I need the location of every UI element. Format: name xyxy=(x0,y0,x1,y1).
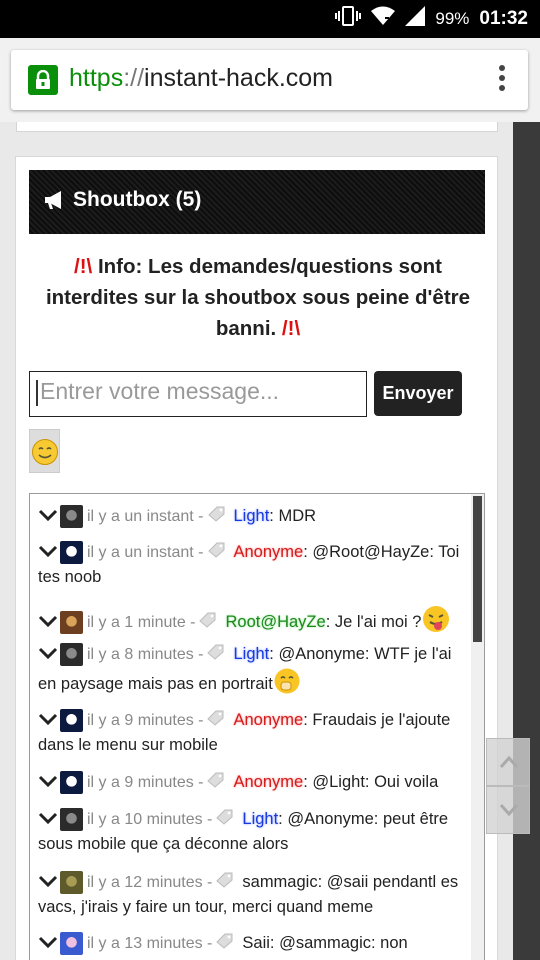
tag-icon xyxy=(207,771,225,795)
avatar[interactable] xyxy=(60,709,83,733)
avatar[interactable] xyxy=(60,808,83,832)
message-input[interactable]: Entrer votre message... xyxy=(29,371,367,417)
shoutbox-message: il y a 9 minutes - Anonyme: Fraudais je l… xyxy=(38,708,464,757)
chevron-down-icon[interactable] xyxy=(38,808,58,832)
warning-mark-end: /!\ xyxy=(281,317,301,340)
chevron-down-icon[interactable] xyxy=(38,771,58,795)
chevron-down-icon xyxy=(499,804,519,817)
message-username[interactable]: sammagic xyxy=(242,873,317,891)
vibrate-icon xyxy=(335,6,362,31)
shoutbox-message: il y a 13 minutes - Saii: @sammagic: non xyxy=(38,931,464,956)
tag-icon xyxy=(199,611,217,635)
chevron-down-icon[interactable] xyxy=(38,871,58,895)
message-text: @Light: Oui voila xyxy=(307,773,439,791)
overflow-menu-icon[interactable] xyxy=(498,65,506,95)
message-time: il y a 9 minutes - xyxy=(87,774,204,791)
tag-icon xyxy=(216,932,234,956)
message-time: il y a 1 minute - xyxy=(87,613,196,631)
chevron-down-icon[interactable] xyxy=(38,505,58,529)
shy-emoji-icon xyxy=(273,667,301,702)
message-username[interactable]: Root@HayZe xyxy=(225,613,325,631)
chevron-down-icon[interactable] xyxy=(38,541,58,565)
message-time: il y a 9 minutes - xyxy=(87,712,204,729)
message-username[interactable]: Light xyxy=(233,645,269,663)
shoutbox-message: il y a 8 minutes - Light: @Anonyme: WTF j… xyxy=(38,642,464,702)
tag-icon xyxy=(207,541,226,565)
wifi-icon xyxy=(371,6,396,31)
tag-icon xyxy=(216,871,234,895)
avatar[interactable] xyxy=(60,643,83,667)
shoutbox-messages[interactable]: il y a un instant - Light: MDR il y a un i… xyxy=(29,493,485,960)
shoutbox-message: il y a un instant - Anonyme: @Root@HayZe:… xyxy=(38,540,464,589)
avatar[interactable] xyxy=(60,871,83,895)
message-username[interactable]: Anonyme xyxy=(234,543,304,561)
tongue-emoji-icon xyxy=(421,604,451,641)
message-time: il y a 10 minutes - xyxy=(87,811,213,828)
info-notice: /!\ Info: Les demandes/questions sont in… xyxy=(30,251,486,344)
chevron-down-icon[interactable] xyxy=(38,932,58,956)
chevron-down-icon[interactable] xyxy=(38,643,58,667)
lock-icon[interactable] xyxy=(28,65,58,95)
message-username[interactable]: Anonyme xyxy=(233,711,303,729)
shoutbox-message: il y a 9 minutes - Anonyme: @Light: Oui v… xyxy=(38,770,464,795)
message-time: il y a un instant - xyxy=(87,508,204,525)
smiley-icon xyxy=(32,439,58,465)
previous-panel xyxy=(16,122,498,132)
url-host: instant-hack.com xyxy=(144,64,334,92)
scroll-down-button[interactable] xyxy=(486,786,530,834)
shoutbox-scrollbar[interactable] xyxy=(471,494,484,960)
message-time: il y a 8 minutes - xyxy=(87,646,204,663)
message-time: il y a 12 minutes - xyxy=(87,874,213,891)
avatar[interactable] xyxy=(60,505,83,529)
clock: 01:32 xyxy=(479,7,528,29)
url-protocol: https xyxy=(69,64,124,92)
shoutbox-message: il y a 10 minutes - Light: @Anonyme: peut… xyxy=(38,807,464,856)
url-text[interactable]: https://instant-hack.com xyxy=(69,64,333,93)
browser-toolbar: https://instant-hack.com xyxy=(0,38,540,122)
message-text: @sammagic: non xyxy=(274,934,408,952)
tag-icon xyxy=(207,709,225,733)
message-input-placeholder: Entrer votre message... xyxy=(40,378,280,404)
message-text: Je l'ai moi ? xyxy=(330,612,422,631)
url-separator: :// xyxy=(123,64,145,92)
message-time: il y a un instant - xyxy=(87,544,204,561)
shoutbox-message: il y a 1 minute - Root@HayZe: Je l'ai moi… xyxy=(38,604,464,641)
battery-level: 99% xyxy=(435,8,470,28)
shoutbox-scroll-thumb[interactable] xyxy=(473,496,482,642)
avatar[interactable] xyxy=(60,611,83,634)
shoutbox-message: il y a un instant - Light: MDR xyxy=(38,504,464,529)
message-time: il y a 13 minutes - xyxy=(87,935,213,952)
address-bar[interactable]: https://instant-hack.com xyxy=(11,50,528,110)
page-scrollbar[interactable] xyxy=(513,122,540,960)
send-button[interactable]: Envoyer xyxy=(374,371,462,416)
megaphone-icon xyxy=(43,190,67,215)
signal-icon xyxy=(405,6,426,31)
warning-mark: /!\ xyxy=(74,255,93,278)
shoutbox-title: Shoutbox (5) xyxy=(73,188,202,211)
shoutbox-message: il y a 12 minutes - sammagic: @saii penda… xyxy=(38,870,464,919)
chevron-down-icon[interactable] xyxy=(38,709,58,733)
scroll-up-button[interactable] xyxy=(486,738,530,786)
message-username[interactable]: Anonyme xyxy=(233,773,303,791)
message-text: MDR xyxy=(273,507,317,525)
message-username[interactable]: Light xyxy=(234,507,270,525)
tag-icon xyxy=(207,643,225,667)
shoutbox-panel: Shoutbox (5) /!\ Info: Les demandes/ques… xyxy=(15,156,498,960)
page-content: Shoutbox (5) /!\ Info: Les demandes/ques… xyxy=(0,122,540,960)
avatar[interactable] xyxy=(60,771,83,795)
chevron-up-icon xyxy=(499,755,519,768)
chevron-down-icon[interactable] xyxy=(38,611,58,635)
status-bar: 99% 01:32 xyxy=(0,0,540,38)
info-text: Info: Les demandes/questions sont interd… xyxy=(45,255,471,340)
message-username[interactable]: Light xyxy=(242,810,278,828)
tag-icon xyxy=(216,808,234,832)
smiley-picker-button[interactable] xyxy=(29,429,60,473)
tag-icon xyxy=(207,505,226,529)
avatar[interactable] xyxy=(60,932,83,956)
message-username[interactable]: Saii xyxy=(242,934,270,952)
avatar[interactable] xyxy=(60,541,83,565)
shoutbox-header: Shoutbox (5) xyxy=(29,170,485,234)
